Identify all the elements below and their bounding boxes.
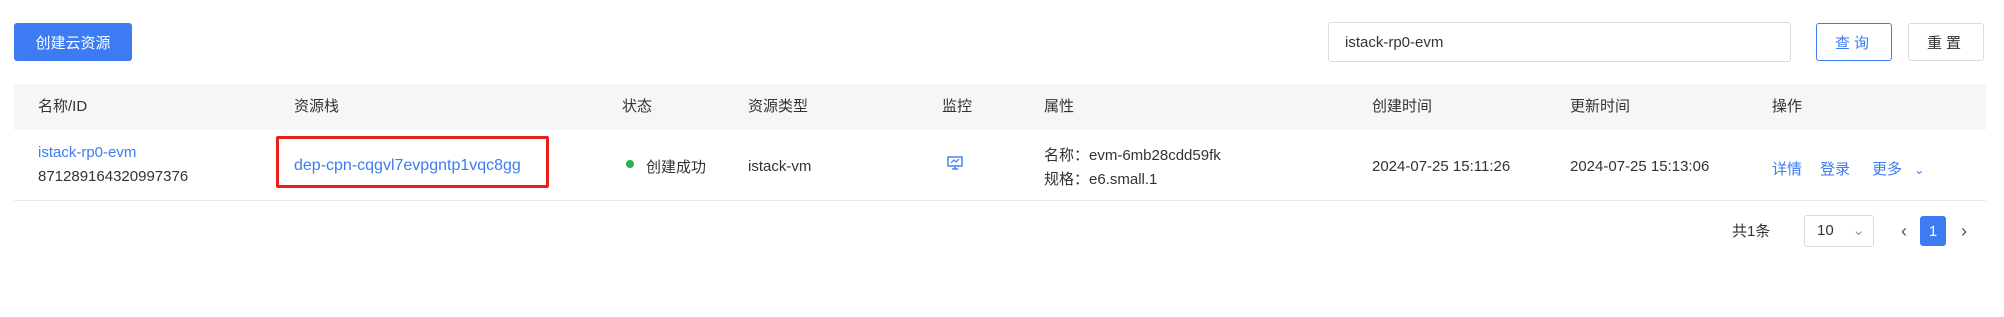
attribute-spec: 规格：e6.small.1 (1044, 171, 1158, 188)
detail-link[interactable]: 详情 (1772, 158, 1802, 179)
column-header-monitor: 监控 (942, 98, 973, 115)
page-size-select[interactable]: 10 ⌄ (1804, 215, 1874, 247)
created-time: 2024-07-25 15:11:26 (1372, 158, 1511, 175)
column-header-attributes: 属性 (1044, 98, 1075, 115)
query-button[interactable]: 查询 (1816, 23, 1892, 61)
more-dropdown[interactable]: 更多 ⌄ (1872, 158, 1924, 179)
next-page-icon[interactable]: › (1954, 216, 1974, 246)
create-resource-button[interactable]: 创建云资源 (14, 23, 132, 61)
resource-id: 871289164320997376 (38, 168, 189, 185)
column-header-stack: 资源栈 (294, 98, 340, 115)
status-text: 创建成功 (646, 159, 707, 176)
attribute-name: 名称：evm-6mb28cdd59fk (1044, 147, 1221, 164)
column-header-type: 资源类型 (748, 98, 809, 115)
page-size-value: 10 (1817, 222, 1834, 239)
search-input[interactable] (1328, 22, 1791, 62)
monitor-icon[interactable] (946, 154, 964, 176)
updated-time: 2024-07-25 15:13:06 (1570, 158, 1710, 175)
status-success-dot (626, 160, 634, 168)
column-header-name-id: 名称/ID (38, 98, 88, 115)
column-header-created: 创建时间 (1372, 98, 1433, 115)
column-header-updated: 更新时间 (1570, 98, 1631, 115)
page-number-current[interactable]: 1 (1920, 216, 1946, 246)
chevron-down-icon: ⌄ (1914, 163, 1925, 177)
resource-name-link[interactable]: istack-rp0-evm (38, 144, 136, 161)
chevron-down-icon: ⌄ (1852, 222, 1865, 239)
table-header: 名称/ID 资源栈 状态 资源类型 监控 属性 创建时间 更新时间 操作 (14, 84, 1986, 130)
login-link[interactable]: 登录 (1820, 158, 1850, 179)
more-label: 更多 (1872, 161, 1903, 178)
highlight-annotation-box (276, 136, 549, 188)
pagination-total: 共1条 (1732, 223, 1771, 240)
reset-button[interactable]: 重置 (1908, 23, 1984, 61)
column-header-status: 状态 (622, 98, 653, 115)
resource-type: istack-vm (748, 158, 812, 175)
column-header-actions: 操作 (1772, 98, 1803, 115)
prev-page-icon[interactable]: ‹ (1894, 216, 1914, 246)
